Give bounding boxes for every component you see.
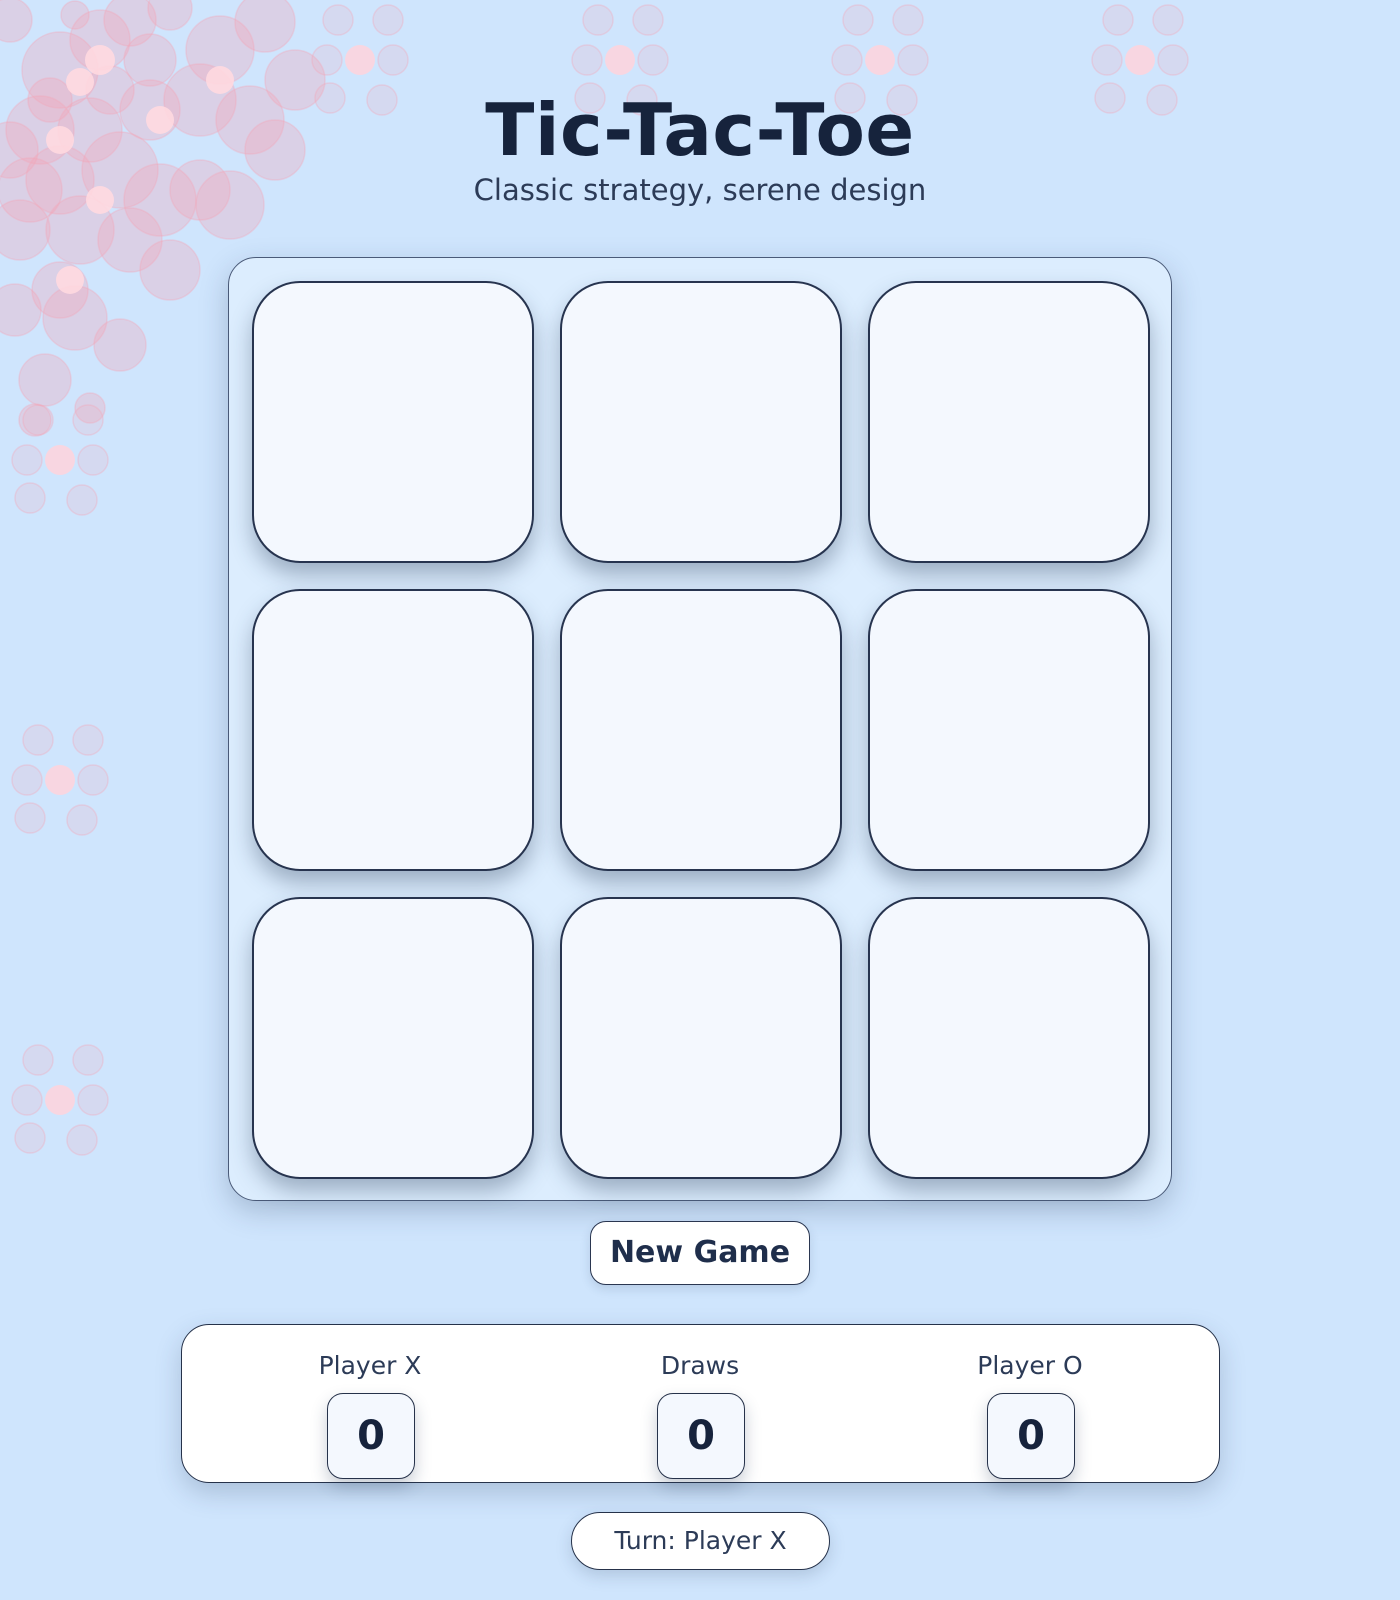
bubble bbox=[45, 445, 75, 475]
bubble bbox=[85, 45, 115, 75]
board-cell-6[interactable] bbox=[868, 589, 1150, 871]
bubble bbox=[103, 0, 157, 47]
score-value-player-x: 0 bbox=[327, 1393, 415, 1479]
bubble bbox=[0, 283, 42, 337]
bubble bbox=[897, 44, 929, 76]
bubble bbox=[147, 0, 193, 31]
bubble bbox=[605, 45, 635, 75]
bubble bbox=[311, 44, 343, 76]
bubble bbox=[11, 764, 43, 796]
bubble bbox=[42, 285, 108, 351]
board-cell-7[interactable] bbox=[252, 897, 534, 1179]
scoreboard: Player X 0 Draws 0 Player O 0 bbox=[181, 1324, 1220, 1483]
bubble bbox=[66, 804, 98, 836]
bubble bbox=[842, 4, 874, 36]
bubble bbox=[1091, 44, 1123, 76]
bubble bbox=[11, 1084, 43, 1116]
bubble bbox=[139, 239, 201, 301]
bubble bbox=[18, 353, 72, 407]
bubble bbox=[97, 207, 163, 273]
bubble bbox=[77, 444, 109, 476]
bubble bbox=[14, 482, 46, 514]
bubble bbox=[865, 45, 895, 75]
bubble bbox=[377, 44, 409, 76]
score-label-player-x: Player X bbox=[318, 1351, 422, 1380]
bubble bbox=[234, 0, 296, 53]
game-board bbox=[228, 257, 1172, 1201]
bubble bbox=[60, 0, 90, 30]
bubble bbox=[11, 444, 43, 476]
board-cell-1[interactable] bbox=[252, 281, 534, 563]
board-cell-3[interactable] bbox=[868, 281, 1150, 563]
bubble bbox=[77, 1084, 109, 1116]
bubble bbox=[831, 44, 863, 76]
bubble bbox=[582, 4, 614, 36]
bubble bbox=[74, 392, 106, 424]
bubble bbox=[31, 261, 89, 319]
turn-indicator: Turn: Player X bbox=[571, 1512, 830, 1570]
bubble bbox=[0, 199, 51, 261]
bubble bbox=[72, 404, 104, 436]
bubble bbox=[632, 4, 664, 36]
score-value-draws: 0 bbox=[657, 1393, 745, 1479]
bubble bbox=[14, 802, 46, 834]
bubble bbox=[22, 1044, 54, 1076]
bubble bbox=[22, 404, 54, 436]
bubble bbox=[0, 0, 33, 43]
bubble bbox=[69, 9, 131, 71]
bubble bbox=[18, 403, 52, 437]
bubble bbox=[14, 1122, 46, 1154]
bubble bbox=[77, 764, 109, 796]
bubble bbox=[637, 44, 669, 76]
board-cell-2[interactable] bbox=[560, 281, 842, 563]
score-value-player-o: 0 bbox=[987, 1393, 1075, 1479]
score-label-player-o: Player O bbox=[977, 1351, 1083, 1380]
bubble bbox=[571, 44, 603, 76]
bubble bbox=[1152, 4, 1184, 36]
new-game-button[interactable]: New Game bbox=[590, 1221, 810, 1285]
bubble bbox=[1102, 4, 1134, 36]
bubble bbox=[123, 33, 177, 87]
board-cell-4[interactable] bbox=[252, 589, 534, 871]
bubble bbox=[322, 4, 354, 36]
page-title: Tic-Tac-Toe bbox=[485, 88, 915, 172]
bubble bbox=[45, 1085, 75, 1115]
bubble bbox=[22, 724, 54, 756]
score-label-draws: Draws bbox=[660, 1351, 740, 1380]
bubble bbox=[72, 724, 104, 756]
bubble bbox=[345, 45, 375, 75]
bubble bbox=[66, 1124, 98, 1156]
bubble bbox=[66, 484, 98, 516]
bubble bbox=[56, 266, 84, 294]
board-cell-9[interactable] bbox=[868, 897, 1150, 1179]
bubble bbox=[892, 4, 924, 36]
bubble bbox=[372, 4, 404, 36]
bubble bbox=[72, 1044, 104, 1076]
bubble bbox=[185, 15, 255, 85]
bubble bbox=[45, 765, 75, 795]
board-cell-5[interactable] bbox=[560, 589, 842, 871]
board-cell-8[interactable] bbox=[560, 897, 842, 1179]
bubble bbox=[93, 318, 147, 372]
bubble bbox=[1157, 44, 1189, 76]
page-subtitle: Classic strategy, serene design bbox=[473, 173, 927, 207]
bubble bbox=[1125, 45, 1155, 75]
